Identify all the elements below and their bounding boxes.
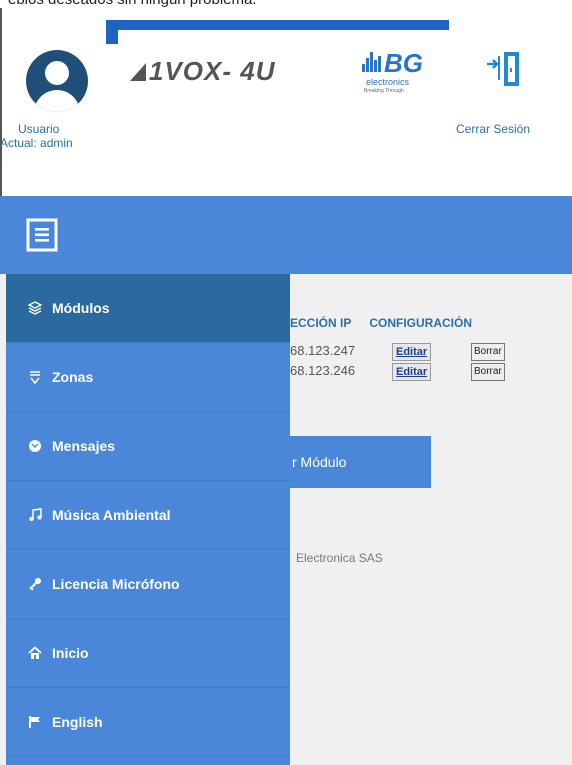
sidebar-item-label: Módulos bbox=[52, 300, 110, 316]
logout-link[interactable]: Cerrar Sesión bbox=[456, 122, 530, 136]
1vox-logo: 1VOX- 4U bbox=[130, 56, 276, 87]
header bbox=[2, 8, 572, 196]
sidebar-item-mensajes[interactable]: Mensajes bbox=[6, 412, 290, 481]
brand-bar-corner bbox=[106, 30, 118, 44]
table-header: ECCIÓN IP CONFIGURACIÓN bbox=[290, 316, 472, 330]
logo-triangle-icon bbox=[130, 63, 146, 81]
sidebar-item-label: Mensajes bbox=[52, 438, 116, 454]
edit-button[interactable]: Editar bbox=[392, 343, 432, 361]
row-ip: 68.123.247 bbox=[290, 343, 356, 358]
bg-logo-tag: Breaking Through bbox=[364, 88, 404, 94]
sidebar-item-musica[interactable]: Música Ambiental bbox=[6, 481, 290, 550]
top-nav-bar bbox=[0, 196, 572, 274]
user-avatar-icon bbox=[26, 50, 88, 112]
table-row: 68.123.246 Editar Borrar bbox=[290, 363, 505, 381]
user-label: Usuario bbox=[18, 122, 60, 136]
menu-toggle-icon[interactable] bbox=[26, 218, 60, 252]
sidebar-item-label: Licencia Micrófono bbox=[52, 576, 180, 592]
row-ip: 68.123.246 bbox=[290, 363, 356, 378]
bg-logo-text: BG bbox=[384, 48, 423, 78]
footer-credit: Electronica SAS bbox=[296, 551, 383, 565]
table-row: 68.123.247 Editar Borrar bbox=[290, 343, 505, 361]
home-icon bbox=[26, 644, 44, 662]
sidebar-item-label: Zonas bbox=[52, 369, 94, 385]
sidebar-item-label: English bbox=[52, 714, 103, 730]
layers-icon bbox=[26, 299, 44, 317]
edit-button[interactable]: Editar bbox=[392, 363, 432, 381]
top-cut-text: ebios deseados sin ningún problema. bbox=[8, 0, 257, 8]
sidebar-item-label: Música Ambiental bbox=[52, 507, 171, 523]
logout-door-icon[interactable] bbox=[485, 50, 521, 88]
message-icon bbox=[26, 437, 44, 455]
flag-icon bbox=[26, 713, 44, 731]
sidebar: Módulos Zonas Mensajes Música Ambiental … bbox=[6, 274, 290, 765]
current-user: Actual: admin bbox=[0, 136, 73, 150]
delete-button[interactable]: Borrar bbox=[471, 343, 505, 361]
sidebar-item-label: Inicio bbox=[52, 645, 89, 661]
sidebar-item-inicio[interactable]: Inicio bbox=[6, 619, 290, 688]
logo-bars-icon bbox=[362, 52, 384, 72]
delete-button[interactable]: Borrar bbox=[471, 363, 505, 381]
music-icon bbox=[26, 506, 44, 524]
sidebar-item-modulos[interactable]: Módulos bbox=[6, 274, 290, 343]
sidebar-item-licencia[interactable]: Licencia Micrófono bbox=[6, 550, 290, 619]
bg-electronics-logo: BG electronics Breaking Through bbox=[360, 48, 440, 98]
logo-text: 1VOX- 4U bbox=[149, 56, 276, 86]
add-module-button[interactable]: r Módulo bbox=[290, 436, 431, 488]
col-config: CONFIGURACIÓN bbox=[369, 316, 473, 330]
sidebar-item-english[interactable]: English bbox=[6, 688, 290, 757]
sidebar-item-zonas[interactable]: Zonas bbox=[6, 343, 290, 412]
zones-icon bbox=[26, 368, 44, 386]
key-icon bbox=[26, 575, 44, 593]
top-cut-text-area: ebios deseados sin ningún problema. bbox=[0, 0, 572, 8]
bg-logo-sub: electronics bbox=[366, 77, 410, 87]
col-ip: ECCIÓN IP bbox=[290, 316, 352, 330]
brand-bar bbox=[106, 20, 449, 30]
